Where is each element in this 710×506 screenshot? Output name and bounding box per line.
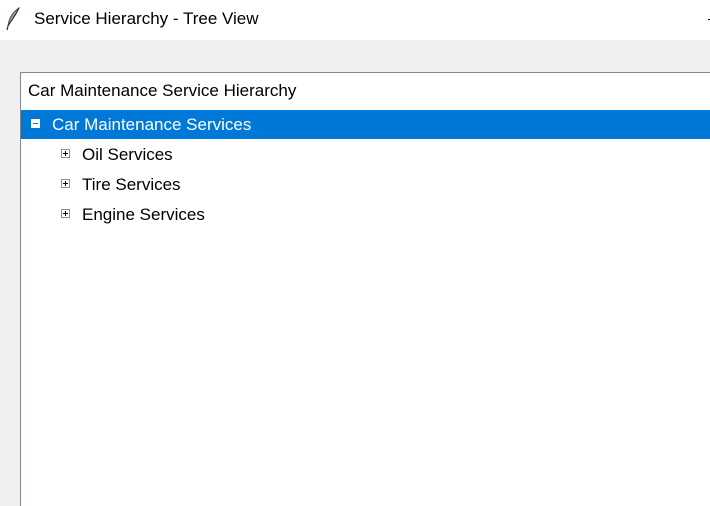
collapse-icon[interactable] <box>31 119 40 128</box>
tree-node-tire-services[interactable]: Tire Services <box>21 170 710 199</box>
expand-icon[interactable] <box>61 179 70 188</box>
tree-node-label: Oil Services <box>82 145 173 164</box>
minimize-button[interactable] <box>702 0 710 40</box>
tree-node-car-maintenance-services[interactable]: Car Maintenance Services <box>21 110 710 139</box>
app-window: Service Hierarchy - Tree View Car Mainte… <box>0 0 710 506</box>
feather-icon <box>6 7 20 31</box>
expand-icon[interactable] <box>61 149 70 158</box>
tree-node-label: Car Maintenance Services <box>52 115 252 134</box>
tree-node-engine-services[interactable]: Engine Services <box>21 200 710 229</box>
expand-icon[interactable] <box>61 209 70 218</box>
tree-heading: Car Maintenance Service Hierarchy <box>28 81 297 100</box>
tree-node-label: Tire Services <box>82 175 181 194</box>
title-bar[interactable]: Service Hierarchy - Tree View <box>0 0 710 40</box>
tree-view[interactable]: Car Maintenance Service Hierarchy Car Ma… <box>20 72 710 506</box>
tree-node-label: Engine Services <box>82 205 205 224</box>
tree-node-oil-services[interactable]: Oil Services <box>21 140 710 169</box>
window-title: Service Hierarchy - Tree View <box>34 9 259 28</box>
